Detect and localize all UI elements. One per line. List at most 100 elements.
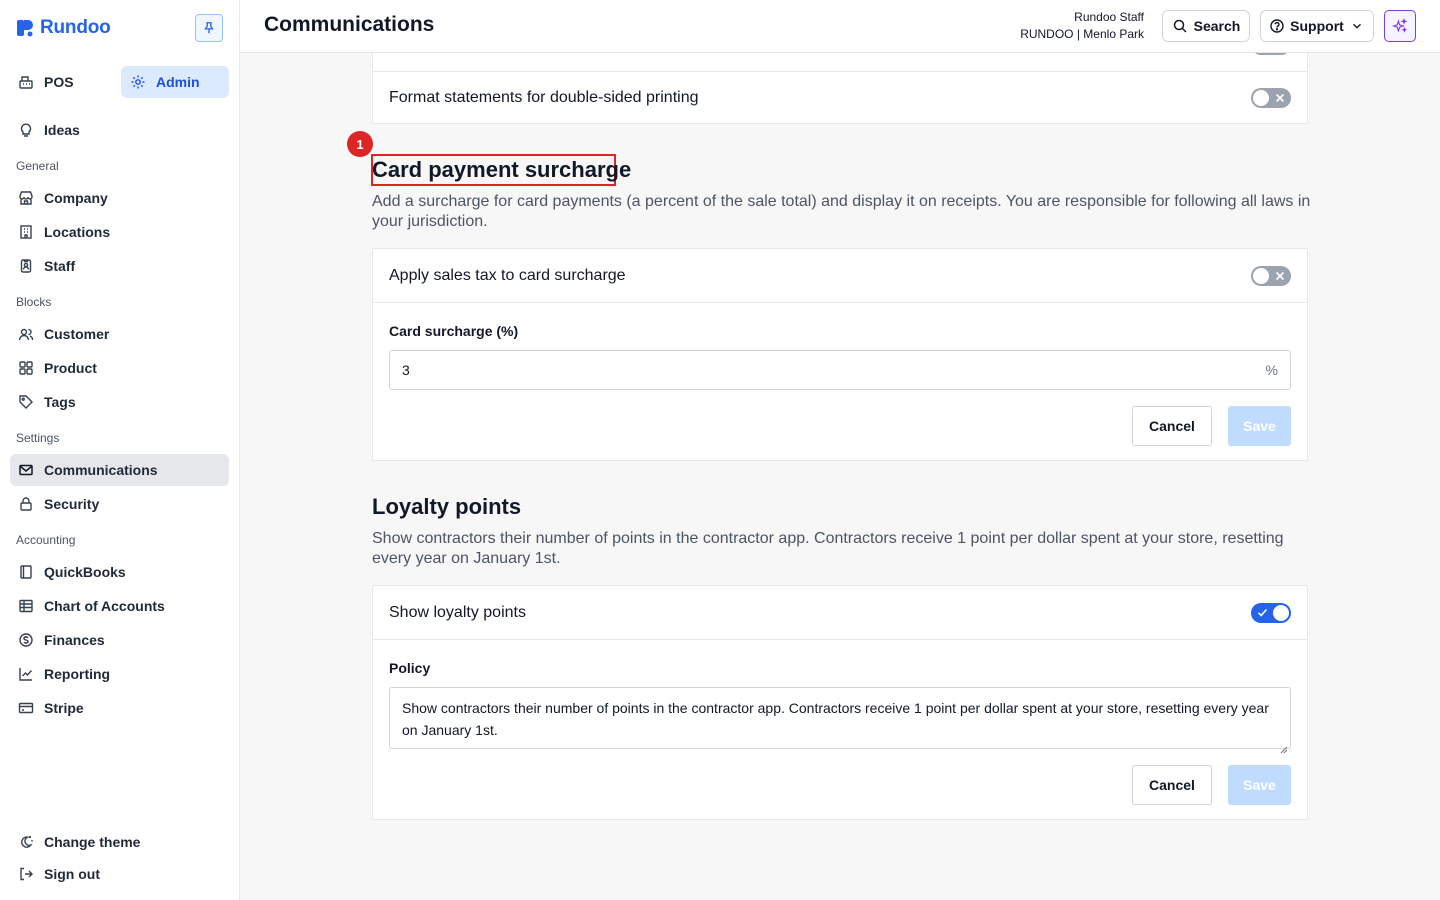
surcharge-save-button[interactable]: Save (1228, 406, 1291, 446)
surcharge-description: Add a surcharge for card payments (a per… (372, 193, 1311, 230)
statements-toggle-hidden[interactable] (1251, 53, 1291, 55)
grid-icon (18, 360, 34, 376)
sidebar-item-locations[interactable]: Locations (10, 216, 229, 248)
show-loyalty-label: Show loyalty points (389, 603, 526, 621)
apply-tax-row: Apply sales tax to card surcharge (373, 249, 1307, 302)
user-name: Rundoo Staff (1074, 10, 1144, 24)
x-icon (1273, 91, 1287, 105)
rundoo-logo-icon (16, 19, 34, 37)
sidebar-item-product[interactable]: Product (10, 352, 229, 384)
sidebar-item-customer[interactable]: Customer (10, 318, 229, 350)
sidebar-item-label: Security (44, 496, 100, 512)
mode-switcher: POS Admin (10, 66, 229, 98)
brand-name: Rundoo (40, 17, 111, 38)
sidebar-item-label: Finances (44, 632, 105, 648)
pin-sidebar-button[interactable] (195, 14, 223, 42)
resize-handle-icon[interactable] (1280, 738, 1288, 754)
main-content: Format statements for double-sided print… (240, 53, 1440, 900)
sidebar-item-finances[interactable]: Finances (10, 624, 229, 656)
support-button[interactable]: Support (1260, 10, 1374, 42)
sidebar-item-label: Chart of Accounts (44, 598, 165, 614)
section-blocks-title: Blocks (16, 295, 52, 309)
double-sided-row: Format statements for double-sided print… (373, 71, 1307, 124)
apply-tax-toggle[interactable] (1251, 265, 1291, 286)
statements-card: Format statements for double-sided print… (372, 53, 1308, 124)
mode-pos-label: POS (44, 74, 74, 90)
gear-icon (130, 74, 146, 90)
lightbulb-icon (18, 122, 34, 138)
sidebar-item-label: Stripe (44, 700, 84, 716)
surcharge-percent-input[interactable]: 3 % (389, 350, 1291, 390)
mode-pos[interactable]: POS (10, 66, 121, 98)
sign-out-label: Sign out (44, 866, 100, 882)
apply-tax-label: Apply sales tax to card surcharge (389, 266, 626, 284)
lock-icon (18, 496, 34, 512)
surcharge-percent-value: 3 (402, 362, 410, 378)
surcharge-cancel-button[interactable]: Cancel (1132, 406, 1212, 446)
double-sided-toggle[interactable] (1251, 88, 1291, 108)
policy-cancel-button[interactable]: Cancel (1132, 765, 1212, 805)
surcharge-card: Apply sales tax to card surcharge Card s… (372, 248, 1308, 461)
sidebar-item-label: Customer (44, 326, 110, 342)
mail-icon (18, 462, 34, 478)
sidebar-item-quickbooks[interactable]: QuickBooks (10, 556, 229, 588)
surcharge-actions: Cancel Save (389, 406, 1291, 446)
sidebar-item-ideas[interactable]: Ideas (10, 114, 229, 146)
sidebar-item-stripe[interactable]: Stripe (10, 692, 229, 724)
chevron-down-icon (1349, 18, 1365, 34)
sidebar-item-label: Company (44, 190, 108, 206)
search-label: Search (1193, 18, 1241, 34)
search-button[interactable]: Search (1162, 10, 1250, 42)
help-circle-icon (1269, 18, 1285, 34)
policy-value: Show contractors their number of points … (402, 700, 1269, 738)
top-header: Communications Rundoo Staff RUNDOO | Men… (240, 0, 1440, 53)
page-title: Communications (264, 13, 435, 36)
ai-assistant-button[interactable] (1384, 10, 1416, 42)
show-loyalty-toggle[interactable] (1251, 602, 1291, 623)
sign-out-button[interactable]: Sign out (10, 858, 229, 890)
mode-admin-label: Admin (156, 74, 200, 90)
sparkles-icon (1392, 18, 1408, 34)
building-icon (18, 224, 34, 240)
sidebar: Rundoo POS Admin Ideas General Company L… (0, 0, 240, 900)
credit-card-icon (18, 700, 34, 716)
section-settings-title: Settings (16, 431, 60, 445)
sidebar-item-label: Ideas (44, 122, 80, 138)
surcharge-field-block: Card surcharge (%) 3 % Cancel Save (373, 302, 1307, 462)
sidebar-item-reporting[interactable]: Reporting (10, 658, 229, 690)
cash-register-icon (18, 74, 34, 90)
storefront-icon (18, 190, 34, 206)
section-general-title: General (16, 159, 59, 173)
theme-icon (18, 834, 34, 850)
check-icon (1255, 606, 1269, 620)
book-icon (18, 564, 34, 580)
sidebar-item-label: Reporting (44, 666, 111, 682)
sidebar-item-communications[interactable]: Communications (10, 454, 229, 486)
show-loyalty-row: Show loyalty points (373, 586, 1307, 639)
x-icon (1273, 269, 1287, 283)
id-badge-icon (18, 258, 34, 274)
loyalty-description: Show contractors their number of points … (372, 530, 1284, 567)
sidebar-item-label: QuickBooks (44, 564, 126, 580)
annotation-badge: 1 (347, 131, 373, 157)
sidebar-item-security[interactable]: Security (10, 488, 229, 520)
sidebar-item-company[interactable]: Company (10, 182, 229, 214)
mode-admin[interactable]: Admin (121, 66, 229, 98)
user-info: Rundoo Staff RUNDOO | Menlo Park (1020, 9, 1144, 43)
brand-logo[interactable]: Rundoo (16, 16, 111, 40)
statements-row-hidden (373, 53, 1307, 71)
sidebar-item-staff[interactable]: Staff (10, 250, 229, 282)
surcharge-title: Card payment surcharge (372, 157, 632, 182)
policy-label: Policy (389, 660, 431, 676)
policy-textarea[interactable]: Show contractors their number of points … (389, 687, 1291, 754)
double-sided-label: Format statements for double-sided print… (389, 89, 699, 106)
store-name: RUNDOO | Menlo Park (1020, 27, 1144, 41)
change-theme-button[interactable]: Change theme (10, 826, 229, 858)
dollar-circle-icon (18, 632, 34, 648)
sidebar-item-label: Tags (44, 394, 76, 410)
policy-save-button[interactable]: Save (1228, 765, 1291, 805)
sidebar-item-chart-of-accounts[interactable]: Chart of Accounts (10, 590, 229, 622)
loyalty-title: Loyalty points (372, 494, 522, 519)
change-theme-label: Change theme (44, 834, 141, 850)
sidebar-item-tags[interactable]: Tags (10, 386, 229, 418)
